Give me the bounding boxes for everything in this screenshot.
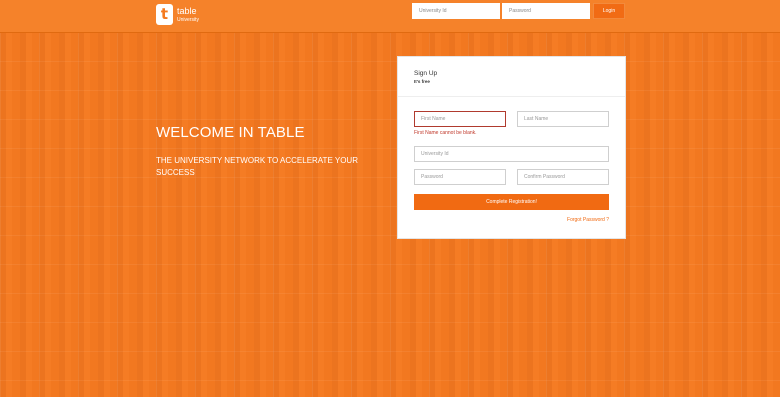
logo-icon: t bbox=[156, 4, 173, 25]
login-button[interactable]: Login bbox=[593, 3, 625, 19]
login-university-id-input[interactable] bbox=[412, 3, 500, 19]
signup-title: Sign Up bbox=[414, 70, 438, 77]
password-field[interactable] bbox=[414, 169, 506, 185]
login-password-input[interactable] bbox=[502, 3, 590, 19]
hero-subtitle: THE UNIVERSITY NETWORK TO ACCELERATE YOU… bbox=[156, 156, 358, 177]
brand-logo[interactable]: t table University bbox=[156, 4, 199, 25]
forgot-password-link[interactable]: Forgot Password ? bbox=[567, 217, 609, 223]
hero-section: WELCOME IN TABLE THE UNIVERSITY NETWORK … bbox=[156, 124, 371, 179]
background-pattern bbox=[0, 33, 780, 397]
brand-name: table bbox=[177, 5, 197, 16]
brand-text: table University bbox=[177, 5, 199, 23]
signup-card: Sign Up It's free First Name cannot be b… bbox=[397, 56, 626, 239]
signup-header: Sign Up It's free bbox=[398, 57, 625, 97]
signup-subtitle: It's free bbox=[414, 79, 430, 84]
last-name-field[interactable] bbox=[517, 111, 609, 127]
brand-subtitle: University bbox=[177, 16, 199, 23]
first-name-error: First Name cannot be blank. bbox=[414, 130, 477, 136]
first-name-field[interactable] bbox=[414, 111, 506, 127]
confirm-password-field[interactable] bbox=[517, 169, 609, 185]
complete-registration-button[interactable]: Complete Registration! bbox=[414, 194, 609, 210]
university-id-field[interactable] bbox=[414, 146, 609, 162]
hero-title: WELCOME IN TABLE bbox=[156, 124, 305, 141]
top-navbar: t table University Login bbox=[0, 0, 780, 33]
